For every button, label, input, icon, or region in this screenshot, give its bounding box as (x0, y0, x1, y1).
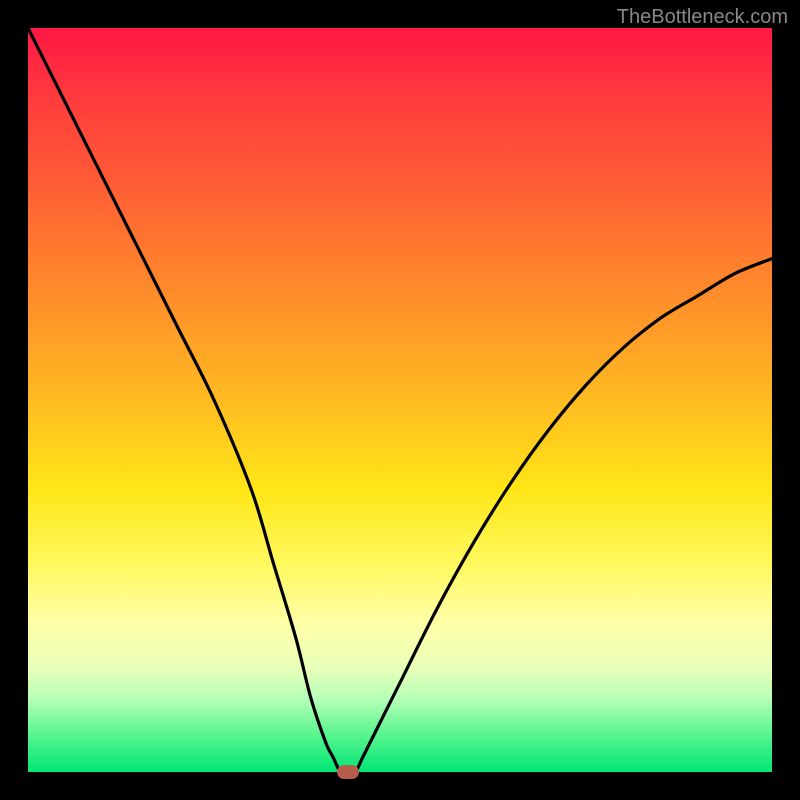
watermark-text: TheBottleneck.com (617, 6, 788, 29)
bottleneck-chart: TheBottleneck.com (0, 0, 800, 800)
plot-area (28, 28, 772, 772)
bottleneck-marker (337, 765, 359, 779)
curve-svg (28, 28, 772, 772)
bottleneck-curve-path (28, 28, 772, 772)
